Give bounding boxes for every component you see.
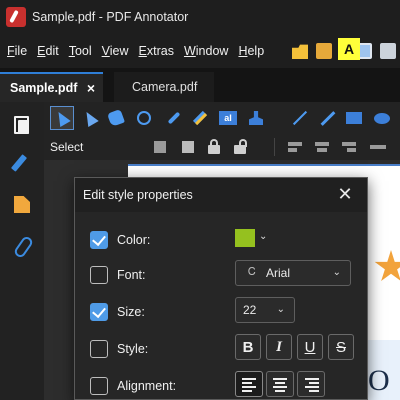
arrow-icon [320, 110, 336, 126]
menu-file[interactable]: File [2, 44, 32, 58]
edit-style-dialog: Edit style properties ✕ Color: ⌄ Font: Ꮯ… [74, 177, 368, 400]
tab-label: Camera.pdf [132, 80, 198, 94]
lock-icon[interactable] [204, 137, 224, 157]
size-label: Size: [117, 305, 145, 319]
font-row: Font: Ꮯ Arial ⌄ [75, 260, 367, 289]
menu-help[interactable]: Help [233, 44, 269, 58]
annotations-pen-icon[interactable] [12, 154, 32, 174]
toolbar-divider [274, 138, 275, 156]
align-left-button[interactable] [235, 371, 263, 397]
close-icon[interactable]: ✕ [337, 185, 353, 203]
pages-icon[interactable] [12, 116, 32, 136]
document-tab-bar: Sample.pdf × Camera.pdf [0, 68, 400, 102]
attachments-paperclip-icon[interactable] [12, 236, 32, 256]
font-label: Font: [117, 268, 146, 282]
title-bar: Sample.pdf - PDF Annotator [0, 0, 400, 34]
menu-tool[interactable]: Tool [64, 44, 97, 58]
color-checkbox[interactable] [90, 231, 108, 249]
zoom-tool-button[interactable] [132, 106, 156, 130]
bring-to-front-icon[interactable] [150, 137, 170, 157]
color-label: Color: [117, 233, 151, 247]
size-value: 22 [243, 303, 257, 317]
close-icon[interactable]: × [87, 80, 95, 96]
color-swatch-button[interactable] [235, 229, 255, 247]
hand-icon [107, 109, 125, 127]
line-tool-button[interactable] [288, 106, 312, 130]
menu-edit[interactable]: Edit [32, 44, 64, 58]
pen-icon [167, 111, 181, 125]
font-type-icon: Ꮯ [248, 266, 256, 278]
highlighter-icon [192, 110, 208, 126]
send-to-back-icon[interactable] [178, 137, 198, 157]
yellow-highlight-note[interactable]: A [338, 38, 360, 60]
menu-view[interactable]: View [97, 44, 134, 58]
bold-button[interactable]: B [235, 334, 261, 360]
font-value: Arial [266, 266, 291, 280]
highlighter-tool-button[interactable] [188, 106, 212, 130]
text-select-arrow-icon [81, 108, 99, 128]
align-center-button[interactable] [266, 371, 294, 397]
ellipse-icon [374, 112, 390, 124]
rectangle-icon [346, 112, 362, 124]
text-tool-button[interactable]: aI [216, 106, 240, 130]
rectangle-tool-button[interactable] [342, 106, 366, 130]
tab-sample-pdf[interactable]: Sample.pdf × [0, 72, 103, 102]
distribute-objects-icon[interactable] [368, 137, 388, 157]
size-row: Size: 22 ⌄ [75, 297, 367, 326]
underline-button[interactable]: U [297, 334, 323, 360]
stamp-tool-button[interactable] [244, 106, 268, 130]
color-row: Color: ⌄ [75, 228, 367, 254]
chevron-down-icon[interactable]: ⌄ [259, 231, 267, 242]
style-label: Style: [117, 342, 149, 356]
align-right-objects-icon[interactable] [338, 137, 358, 157]
dialog-header: Edit style properties ✕ [75, 178, 367, 212]
align-left-objects-icon[interactable] [286, 137, 306, 157]
font-select[interactable]: Ꮯ Arial ⌄ [235, 260, 351, 286]
menu-extras[interactable]: Extras [134, 44, 179, 58]
style-row: Style: B I U S [75, 334, 367, 363]
chevron-down-icon: ⌄ [276, 304, 285, 315]
chevron-down-icon: ⌄ [332, 267, 341, 278]
window-title: Sample.pdf - PDF Annotator [32, 10, 189, 24]
print-icon[interactable] [380, 43, 396, 59]
arrow-tool-button[interactable] [316, 106, 340, 130]
tab-camera-pdf[interactable]: Camera.pdf [114, 72, 214, 102]
hand-tool-button[interactable] [104, 106, 128, 130]
strikethrough-button[interactable]: S [328, 334, 354, 360]
size-checkbox[interactable] [90, 303, 108, 321]
style-checkbox[interactable] [90, 340, 108, 358]
italic-button[interactable]: I [266, 334, 292, 360]
alignment-row: Alignment: [75, 371, 367, 400]
context-toolbar: Select [44, 134, 400, 160]
magnifier-icon [137, 111, 151, 125]
left-sidebar [0, 102, 44, 400]
menu-window[interactable]: Window [179, 44, 233, 58]
select-text-tool-button[interactable] [78, 106, 102, 130]
align-right-button[interactable] [297, 371, 325, 397]
notes-icon[interactable] [14, 196, 30, 213]
open-folder-icon[interactable] [316, 43, 332, 59]
font-checkbox[interactable] [90, 266, 108, 284]
dialog-title: Edit style properties [83, 188, 193, 202]
tool-toolbar: aI [44, 102, 400, 134]
mode-label: Select [50, 140, 84, 154]
new-document-icon[interactable] [292, 44, 308, 59]
page-heading-fragment: O [368, 364, 390, 397]
tab-label: Sample.pdf [10, 81, 78, 95]
app-logo-icon [6, 7, 26, 27]
select-tool-button[interactable] [50, 106, 74, 130]
stamp-icon [249, 111, 263, 125]
text-box-icon: aI [219, 111, 237, 125]
line-icon [292, 110, 308, 126]
alignment-checkbox[interactable] [90, 377, 108, 395]
alignment-label: Alignment: [117, 379, 177, 393]
size-select[interactable]: 22 ⌄ [235, 297, 295, 323]
align-center-objects-icon[interactable] [312, 137, 332, 157]
unlock-icon[interactable] [230, 137, 250, 157]
pen-tool-button[interactable] [162, 106, 186, 130]
ellipse-tool-button[interactable] [370, 106, 394, 130]
select-arrow-icon [53, 108, 71, 128]
